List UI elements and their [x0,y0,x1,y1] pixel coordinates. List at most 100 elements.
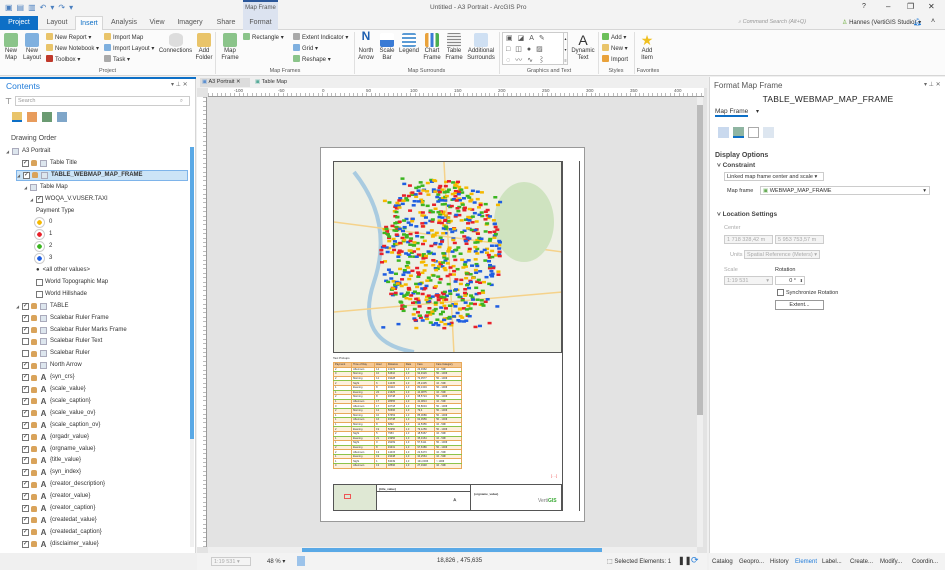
location-settings-section[interactable]: ˅ Location Settings [717,211,777,218]
style-add-button[interactable]: Add ▾ [602,33,626,41]
visibility-checkbox[interactable]: ✓ [22,421,29,429]
center-x-input[interactable]: 1 718 328,42 m [724,235,773,244]
tab-create[interactable]: Create... [850,559,873,565]
lock-icon[interactable] [31,160,37,167]
visibility-checkbox[interactable]: ✓ [22,302,29,310]
visibility-checkbox[interactable]: ✓ [22,386,29,393]
scrollbar-thumb[interactable] [697,105,703,415]
tab-imagery[interactable]: Imagery [174,16,206,30]
layer-item[interactable]: ✓ A {creator_description} [16,479,105,490]
layer-item[interactable]: ✓ A {syn_index} [16,467,81,478]
rectangle-button[interactable]: Rectangle ▾ [243,33,284,41]
tab-layout[interactable]: Layout [42,16,72,30]
placement-icon[interactable] [763,127,774,138]
constraint-section[interactable]: ˅ Constraint [717,162,755,169]
visibility-checkbox[interactable]: ✓ [22,326,29,334]
visibility-checkbox[interactable]: ✓ [22,433,29,441]
lock-icon[interactable] [31,529,37,536]
lock-icon[interactable] [31,350,37,357]
list-by-labeling-icon[interactable] [57,112,67,122]
lock-icon[interactable] [31,434,37,441]
filter-icon[interactable]: ⊤ [5,97,12,106]
rotation-input[interactable]: 0 ° ⬍ [775,276,805,285]
map-frame-select[interactable]: ▣ WEBMAP_MAP_FRAME ▾ [760,186,930,195]
tab-format[interactable]: Format [243,16,278,30]
visibility-checkbox[interactable] [36,278,43,286]
new-layout-button[interactable]: New Layout [21,33,43,62]
user-menu[interactable]: ♙ Hannes (VertiGIS Studio) ▾ [842,19,921,26]
lock-icon[interactable] [31,457,37,464]
tab-catalog[interactable]: Catalog [712,559,733,565]
layer-item[interactable]: ✓ A {scale_caption} [16,396,91,407]
style-new-button[interactable]: New ▾ [602,44,628,52]
new-report-button[interactable]: New Report ▾ [46,33,91,41]
visibility-checkbox[interactable]: ✓ [23,171,30,179]
visibility-checkbox[interactable]: ✓ [22,445,29,453]
add-folder-button[interactable]: Add Folder [194,33,214,62]
visibility-checkbox[interactable]: ✓ [22,314,29,322]
quick-access-toolbar[interactable]: ▣▤▥↶▾↷▾ [5,3,77,12]
lock-icon[interactable] [31,493,37,500]
collapse-ribbon-icon[interactable]: ˄ [931,18,935,25]
add-item-button[interactable]: ★ Add Item [636,33,658,62]
tab-modify[interactable]: Modify... [880,559,902,565]
visibility-checkbox[interactable]: ✓ [22,409,29,417]
layer-item[interactable]: ◢ A3 Portrait [6,146,50,157]
minimize-button[interactable]: – [886,2,890,11]
layer-item[interactable]: ◢ ✓ TABLE [16,301,69,312]
lock-icon[interactable] [31,422,37,429]
tab-view[interactable]: View [145,16,169,30]
visibility-checkbox[interactable] [22,338,29,346]
graphics-gallery[interactable]: ▣◪A✎ □◫●▨ ◌〰∿⌇ [502,32,564,65]
grid-toggle-icon[interactable] [297,556,305,566]
lock-icon[interactable] [31,303,37,310]
layer-item[interactable]: World Hillshade [30,289,87,300]
notification-icon[interactable]: 🔔︎ [913,18,922,26]
lock-icon[interactable] [31,315,37,322]
additional-surrounds-button[interactable]: Additional Surrounds [465,33,497,62]
visibility-checkbox[interactable]: ✓ [22,159,29,167]
lock-icon[interactable] [31,541,37,548]
new-map-button[interactable]: New Map [2,33,20,62]
selected-elements[interactable]: ⬚ Selected Elements: 1 [607,558,671,565]
lock-icon[interactable] [31,398,37,405]
visibility-checkbox[interactable]: ✓ [22,397,29,405]
tab-labeling[interactable]: Label... [822,559,842,565]
close-tab-icon[interactable]: ✕ [236,79,241,85]
lock-icon[interactable] [31,517,37,524]
refresh-icon[interactable]: ⟳ [691,555,699,566]
list-by-selection-icon[interactable] [27,112,37,122]
layer-item[interactable]: ✓ A {creator_caption} [16,503,95,514]
lock-icon[interactable] [31,327,37,333]
layer-item[interactable]: ✓ A {createdat_value} [16,515,97,526]
lock-icon[interactable] [31,446,37,452]
tab-geoprocessing[interactable]: Geopro... [739,559,764,565]
scrollbar-thumb[interactable] [190,147,194,439]
north-arrow-button[interactable]: N North Arrow [356,30,376,62]
tab-element[interactable]: Element [795,559,817,565]
task-button[interactable]: Task ▾ [104,55,130,63]
reshape-button[interactable]: Reshape ▾ [293,55,331,63]
scrollbar-thumb[interactable] [302,548,602,552]
layer-item[interactable]: ✓ A {disclaimer_value} [16,539,99,550]
visibility-checkbox[interactable]: ✓ [22,457,29,465]
center-y-input[interactable]: 5 953 753,57 m [775,235,824,244]
contents-search-input[interactable]: Search ⌕ [15,96,190,106]
chart-frame-button[interactable]: Chart Frame [422,33,442,62]
layer-item[interactable]: ✓ Scalebar Ruler Marks Frame [16,325,127,336]
layer-item[interactable]: ✓ A {scale_value} [16,384,86,395]
spinner-icon[interactable]: ⬍ [800,277,803,285]
layer-item[interactable]: ✓ Table Title [16,158,77,169]
extent-button[interactable]: Extent... [775,300,824,310]
connections-button[interactable]: Connections [158,33,193,55]
layer-item[interactable]: ✓ A {scale_value_ov} [16,408,95,419]
dynamic-text-button[interactable]: AAdditional SurroundsDynamic Text [570,33,596,62]
tab-share[interactable]: Share [212,16,240,30]
visibility-checkbox[interactable]: ✓ [22,493,29,501]
layer-item[interactable]: Payment Type [36,206,74,217]
grid-button[interactable]: Grid ▾ [293,44,318,52]
import-map-button[interactable]: Import Map [104,33,143,41]
tab-insert[interactable]: Insert [75,16,103,30]
list-by-drawing-order-icon[interactable] [12,112,22,122]
contents-scrollbar[interactable] [190,147,194,547]
